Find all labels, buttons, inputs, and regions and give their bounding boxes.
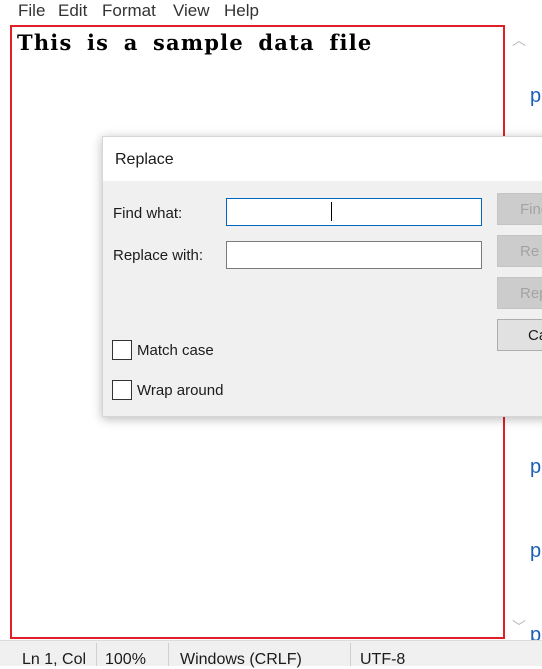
replace-with-input[interactable] — [226, 241, 482, 269]
editor-content[interactable]: This is a sample data file — [17, 30, 372, 55]
replace-button[interactable]: Re — [497, 235, 542, 267]
menu-view[interactable]: View — [173, 1, 210, 21]
match-case-label[interactable]: Match case — [137, 342, 214, 359]
line-ending-indicator: Windows (CRLF) — [180, 651, 302, 668]
menu-edit[interactable]: Edit — [58, 1, 87, 21]
match-case-checkbox[interactable] — [112, 340, 132, 360]
wrap-around-label[interactable]: Wrap around — [137, 382, 223, 399]
chevron-up-icon[interactable]: ︿ — [512, 30, 526, 50]
zoom-level: 100% — [105, 651, 146, 668]
background-text-fragment: p — [530, 540, 542, 562]
status-divider — [350, 643, 351, 666]
status-divider — [168, 643, 169, 666]
cursor-position: Ln 1, Col — [22, 651, 87, 668]
text-caret — [331, 202, 332, 221]
dialog-titlebar[interactable]: Replace — [103, 137, 542, 181]
find-what-input[interactable] — [226, 198, 482, 226]
status-bar: Ln 1, Col 100% Windows (CRLF) UTF-8 — [0, 640, 542, 668]
cancel-button[interactable]: Ca — [497, 319, 542, 351]
background-text-fragment: p — [530, 85, 542, 107]
menu-help[interactable]: Help — [224, 1, 259, 21]
dialog-title: Replace — [115, 151, 174, 168]
replace-dialog: Replace Find what: Replace with: Find Re… — [102, 136, 542, 417]
encoding-indicator: UTF-8 — [360, 651, 406, 668]
background-text-fragment: p — [530, 456, 542, 478]
menu-format[interactable]: Format — [102, 1, 156, 21]
chevron-down-icon[interactable]: ﹀ — [512, 617, 526, 637]
find-what-label: Find what: — [113, 205, 183, 222]
find-next-button[interactable]: Find — [497, 193, 542, 225]
status-divider — [96, 643, 97, 666]
menu-bar: File Edit Format View Help — [0, 0, 542, 24]
menu-file[interactable]: File — [18, 1, 45, 21]
replace-with-label: Replace with: — [113, 247, 204, 264]
wrap-around-checkbox[interactable] — [112, 380, 132, 400]
replace-all-button[interactable]: Rep — [497, 277, 542, 309]
